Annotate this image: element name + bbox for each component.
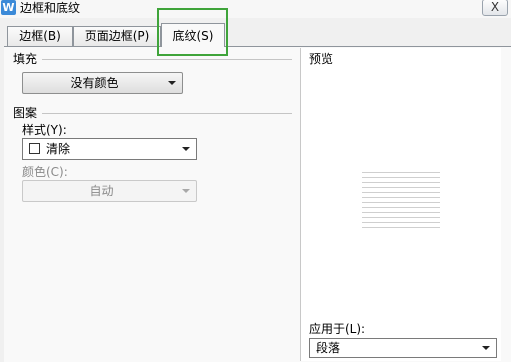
fill-color-value: 没有颜色 [70, 76, 119, 90]
pattern-style-value: 清除 [46, 142, 71, 156]
chevron-down-icon [168, 81, 176, 85]
preview-label: 预览 [309, 52, 334, 66]
pattern-color-dropdown[interactable]: 自动 [22, 180, 197, 202]
active-tab-highlight [157, 8, 228, 56]
preview-line [362, 197, 440, 198]
apply-to-value: 段落 [316, 341, 341, 355]
preview-line [362, 207, 440, 208]
style-label: 样式(Y): [22, 123, 67, 137]
preview-line [362, 182, 440, 183]
color-swatch-icon [29, 143, 40, 154]
preview-line [362, 202, 440, 203]
title-bar: W 边框和底纹 X [0, 0, 511, 18]
pattern-section-label: 图案 [13, 106, 38, 120]
preview-line [362, 222, 440, 223]
preview-line [362, 187, 440, 188]
preview-line [362, 217, 440, 218]
pattern-style-dropdown[interactable]: 清除 [22, 138, 197, 160]
apply-to-label: 应用于(L): [309, 322, 366, 336]
tab-page-borders[interactable]: 页面边框(P) [73, 26, 161, 46]
pattern-color-value: 自动 [89, 184, 114, 198]
wps-writer-icon: W [1, 0, 16, 15]
preview-line [362, 172, 440, 173]
chevron-down-icon [182, 147, 190, 151]
preview-line [362, 227, 440, 228]
preview-area [300, 48, 501, 361]
fill-section-label: 填充 [13, 52, 38, 66]
preview-line [362, 177, 440, 178]
chevron-down-icon [182, 189, 190, 193]
color-label: 颜色(C): [22, 165, 68, 179]
window-title: 边框和底纹 [20, 1, 81, 15]
fill-color-dropdown[interactable]: 没有颜色 [22, 72, 183, 94]
preview-line [362, 212, 440, 213]
preview-line [362, 192, 440, 193]
tab-borders[interactable]: 边框(B) [7, 26, 73, 46]
chevron-down-icon [482, 346, 490, 350]
pattern-separator [42, 113, 292, 114]
apply-to-dropdown[interactable]: 段落 [309, 338, 497, 358]
close-button[interactable]: X [482, 0, 508, 16]
fill-separator [42, 59, 292, 60]
